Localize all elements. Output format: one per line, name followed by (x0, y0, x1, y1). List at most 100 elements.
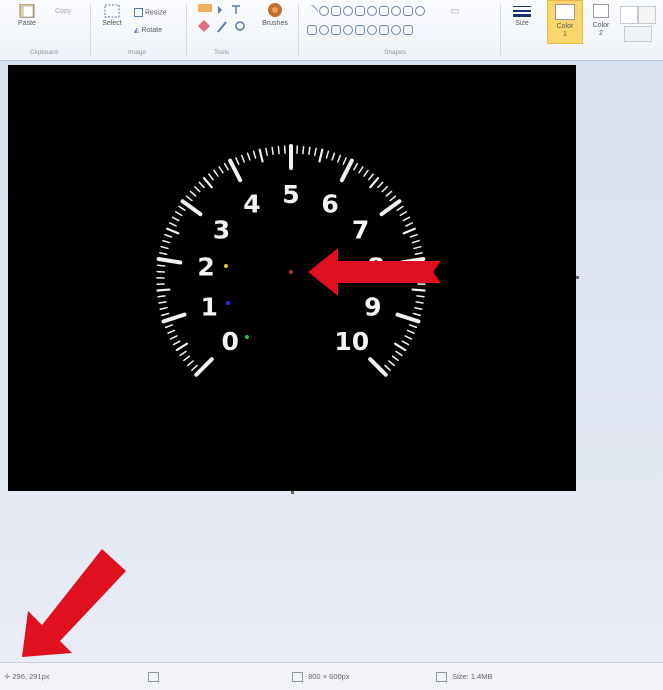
color1-label: Color (548, 23, 582, 31)
tachometer-minor-tick (173, 217, 179, 220)
tachometer-minor-tick (405, 336, 411, 339)
shape-callout2-icon[interactable] (367, 25, 377, 35)
color2-swatch (593, 4, 609, 18)
shape-star5-icon[interactable] (331, 25, 341, 35)
tachometer-minor-tick (332, 153, 334, 160)
file-size: Size: 1.4MB (436, 672, 493, 682)
shapes-gallery[interactable] (306, 4, 438, 36)
shape-star6-icon[interactable] (343, 25, 353, 35)
shape-polygon-icon[interactable] (355, 6, 365, 16)
tachometer-minor-tick (186, 196, 191, 200)
image-canvas[interactable]: 012345678910 (8, 65, 576, 491)
outline-button[interactable]: ▭ (450, 8, 459, 16)
select-label: Select (102, 20, 121, 27)
tachometer-minor-tick (171, 336, 177, 339)
copy-label: Copy (55, 8, 71, 15)
shape-roundrect-icon[interactable] (343, 6, 353, 16)
tachometer-number-0: 0 (221, 327, 238, 356)
tachometer-minor-tick (177, 344, 187, 350)
tachometer-minor-tick (166, 325, 173, 327)
tachometer-minor-tick (416, 302, 423, 303)
color2-number: 2 (599, 30, 603, 37)
tachometer-number-1: 1 (201, 293, 218, 322)
tachometer-minor-tick (396, 351, 402, 355)
tachometer-minor-tick (400, 212, 406, 216)
tachometer-minor-tick (168, 330, 174, 333)
tachometer-minor-tick (180, 351, 186, 355)
tachometer-major-tick (382, 201, 400, 214)
tachometer-minor-tick (209, 174, 213, 180)
size-icon (511, 4, 533, 18)
shape-callout3-icon[interactable] (379, 25, 389, 35)
select-icon (103, 4, 121, 18)
shape-arrow-icon[interactable] (307, 25, 317, 35)
tachometer-minor-tick (190, 191, 195, 196)
tachometer-minor-tick (410, 325, 417, 327)
rotate-button[interactable]: ◭ Rotate (134, 27, 162, 35)
tachometer-minor-tick (354, 164, 357, 170)
yellow-dot (224, 264, 228, 268)
size-button[interactable]: Size (508, 4, 536, 28)
canvas-size: 800 × 600px (292, 672, 350, 682)
shape-lightning-icon[interactable] (403, 25, 413, 35)
shape-rtriangle-icon[interactable] (379, 6, 389, 16)
tachometer-major-tick (183, 201, 201, 214)
tachometer-number-2: 2 (197, 253, 214, 282)
shape-oval-icon[interactable] (319, 6, 329, 16)
copy-button[interactable]: Copy (55, 8, 71, 16)
separator (186, 4, 187, 56)
tachometer-minor-tick (272, 147, 273, 154)
color2-label: Color (586, 22, 616, 30)
tachometer-minor-tick (385, 365, 390, 370)
tachometer-minor-tick (404, 229, 415, 234)
tachometer-minor-tick (410, 235, 417, 237)
tachometer-major-tick (398, 315, 419, 322)
palette-swatch-empty[interactable] (624, 26, 652, 42)
canvas-resize-handle-bottom[interactable] (291, 491, 294, 494)
shape-line-icon[interactable] (305, 4, 319, 18)
shape-diamond-icon[interactable] (391, 6, 401, 16)
paste-button[interactable]: Paste (14, 4, 40, 28)
tachometer-minor-tick (415, 253, 422, 254)
canvas-resize-handle-right[interactable] (576, 276, 579, 279)
tachometer-minor-tick (309, 147, 310, 154)
tachometer-number-6: 6 (321, 189, 338, 218)
resize-button[interactable]: Resize (134, 8, 166, 17)
tachometer-minor-tick (199, 182, 204, 187)
shape-pentagon-icon[interactable] (403, 6, 413, 16)
tachometer-minor-tick (364, 170, 368, 176)
shape-triangle-icon[interactable] (367, 6, 377, 16)
tachometer-number-10: 10 (334, 327, 369, 356)
shape-star4-icon[interactable] (319, 25, 329, 35)
tachometer-minor-tick (378, 182, 383, 187)
tachometer-minor-tick (413, 290, 425, 291)
shape-rect-icon[interactable] (331, 6, 341, 16)
tachometer-minor-tick (369, 174, 373, 180)
tachometer-minor-tick (266, 148, 267, 155)
shape-hexagon-icon[interactable] (415, 6, 425, 16)
shapes-group-label: Shapes (384, 49, 406, 56)
brushes-button[interactable]: Brushes (258, 2, 292, 28)
separator (90, 4, 91, 56)
tachometer-minor-tick (412, 241, 419, 243)
tachometer-minor-tick (225, 164, 228, 170)
file-size-text: Size: 1.4MB (452, 672, 492, 681)
color1-button[interactable]: Color 1 (547, 0, 583, 44)
tachometer-minor-tick (397, 206, 403, 210)
color2-button[interactable]: Color 2 (586, 0, 616, 38)
shape-callout-icon[interactable] (355, 25, 365, 35)
tachometer-major-tick (196, 359, 212, 375)
tachometer-image: 012345678910 (8, 65, 576, 491)
palette-swatch-white[interactable] (620, 6, 638, 24)
pencil-icon (198, 4, 212, 12)
resize-icon (134, 8, 143, 17)
shape-heart-icon[interactable] (391, 25, 401, 35)
tachometer-minor-tick (393, 356, 399, 360)
tachometer-number-9: 9 (364, 293, 381, 322)
palette-swatch-light[interactable] (638, 6, 656, 24)
separator (298, 4, 299, 56)
select-button[interactable]: Select (98, 4, 126, 28)
eraser-icon (198, 20, 210, 32)
tachometer-minor-tick (389, 361, 394, 365)
tachometer-minor-tick (162, 314, 169, 316)
